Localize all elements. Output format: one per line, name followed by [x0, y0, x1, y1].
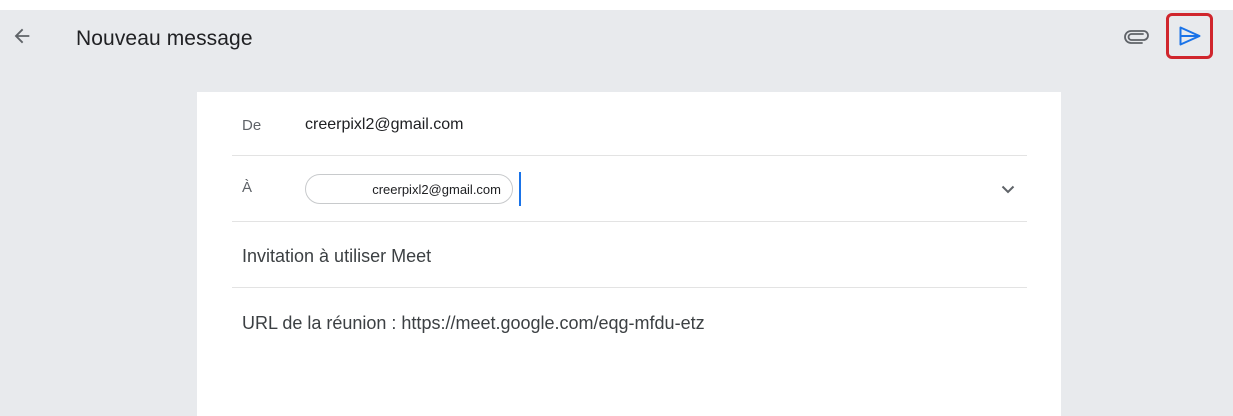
page-title: Nouveau message [76, 27, 253, 50]
to-label: À [242, 179, 253, 196]
send-icon [1179, 26, 1200, 46]
recipient-chip-label: creerpixl2@gmail.com [372, 181, 501, 197]
to-row: À creerpixl2@gmail.com [232, 156, 1027, 222]
arrow-back-icon [14, 28, 30, 44]
subject-field[interactable]: Invitation à utiliser Meet [242, 246, 431, 267]
compose-screen: Nouveau message De creerpixl2@gmail.com … [0, 10, 1233, 416]
to-field[interactable] [522, 172, 962, 206]
compose-card: De creerpixl2@gmail.com À creerpixl2@gma… [197, 92, 1061, 416]
body-text: URL de la réunion : https://meet.google.… [242, 313, 705, 333]
from-row: De creerpixl2@gmail.com [232, 92, 1027, 156]
recipient-chip[interactable]: creerpixl2@gmail.com [305, 174, 513, 204]
back-button[interactable] [6, 20, 38, 52]
app-bar: Nouveau message [0, 10, 1233, 70]
chevron-down-icon [1001, 185, 1015, 193]
attach-button[interactable] [1120, 22, 1154, 52]
subject-row[interactable]: Invitation à utiliser Meet [232, 222, 1027, 288]
expand-recipients-button[interactable] [997, 178, 1019, 200]
text-cursor [519, 172, 521, 206]
from-label: De [242, 117, 262, 134]
send-button[interactable] [1166, 13, 1213, 59]
message-body[interactable]: URL de la réunion : https://meet.google.… [242, 288, 1037, 416]
from-value[interactable]: creerpixl2@gmail.com [305, 116, 464, 134]
paperclip-icon [1124, 30, 1149, 44]
